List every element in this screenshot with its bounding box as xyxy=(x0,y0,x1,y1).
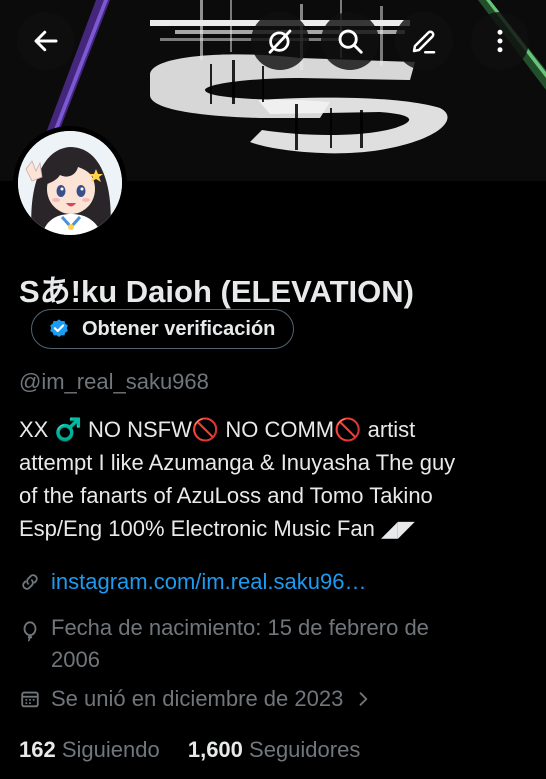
profile-link-row: instagram.com/im.real.saku96… xyxy=(19,569,366,595)
birthday-year: 2006 xyxy=(51,647,100,672)
chevron-right-icon xyxy=(359,692,368,706)
verified-badge-icon xyxy=(50,319,68,337)
avatar[interactable] xyxy=(13,126,127,240)
more-vertical-icon xyxy=(497,29,503,53)
grok-icon xyxy=(268,29,292,54)
followers-link[interactable]: 1,600 Seguidores xyxy=(188,737,361,762)
bio-line: of the fanarts of AzuLoss and Tomo Takin… xyxy=(19,483,433,508)
bio-line: attempt I like Azumanga & Inuyasha The g… xyxy=(19,450,456,475)
profile-handle: @im_real_saku968 xyxy=(19,369,209,394)
followers-count: 1,600 xyxy=(187,737,243,762)
search-button[interactable] xyxy=(321,12,379,70)
avatar-image xyxy=(18,131,122,235)
profile-link[interactable]: instagram.com/im.real.saku96… xyxy=(51,569,366,595)
edit-profile-button[interactable] xyxy=(395,12,453,70)
link-icon xyxy=(22,574,38,590)
get-verified-label: Obtener verificación xyxy=(82,317,276,340)
more-options-button[interactable] xyxy=(471,12,529,70)
birthday-row: Fecha de nacimiento: 15 de febrero de 20… xyxy=(19,612,429,676)
arrow-left-icon xyxy=(34,30,58,52)
grok-button[interactable] xyxy=(251,12,309,70)
following-label: Siguiendo xyxy=(61,737,160,762)
calendar-icon xyxy=(21,691,39,708)
birthday-text: Fecha de nacimiento: 15 de febrero de xyxy=(51,615,429,640)
following-link[interactable]: 162 Siguiendo xyxy=(19,737,160,762)
joined-row[interactable]: Se unió en diciembre de 2023 xyxy=(19,686,373,712)
follow-counts: 162 Siguiendo 1,600 Seguidores xyxy=(19,737,360,763)
bio-line: Esp/Eng 100% Electronic Music Fan ◢◤ xyxy=(19,516,415,541)
profile-bio: XX ♂️ NO NSFW🚫 NO COMM🚫 artist attempt I… xyxy=(19,413,534,545)
profile-name: Sあ!ku Daioh (ELEVATION) xyxy=(19,274,414,309)
balloon-icon xyxy=(23,621,37,642)
get-verified-button[interactable]: Obtener verificación xyxy=(31,309,295,349)
back-button[interactable] xyxy=(17,12,75,70)
search-icon xyxy=(338,29,363,54)
edit-icon xyxy=(412,30,436,54)
joined-text: Se unió en diciembre de 2023 xyxy=(51,686,344,711)
bio-line: XX ♂️ NO NSFW🚫 NO COMM🚫 artist xyxy=(19,417,416,442)
following-count: 162 xyxy=(19,737,56,762)
followers-label: Seguidores xyxy=(249,737,361,762)
